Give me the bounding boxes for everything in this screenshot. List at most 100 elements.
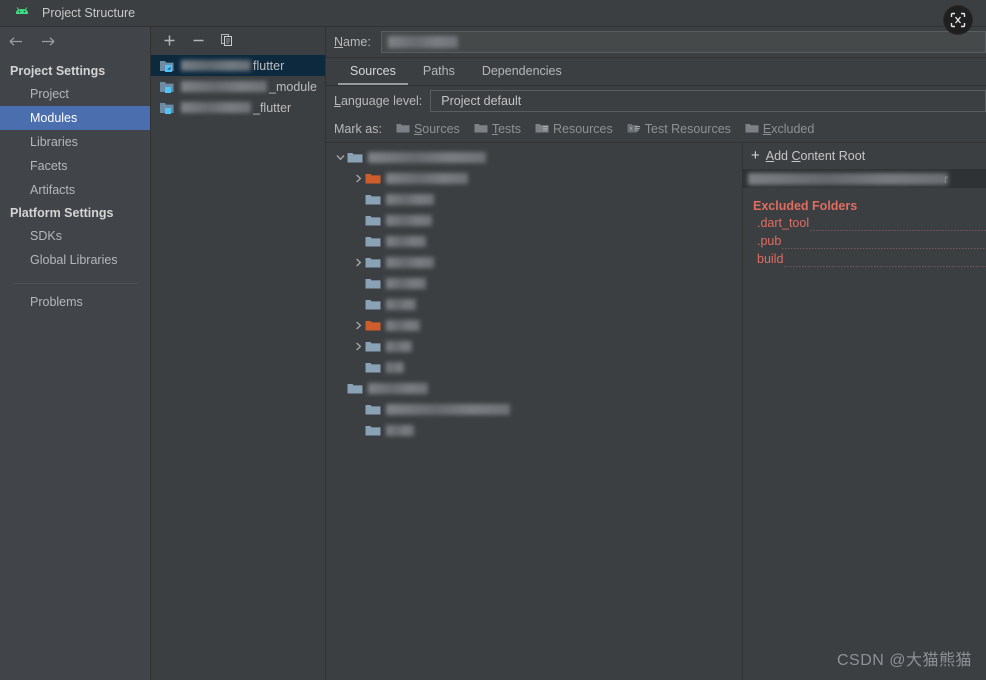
mark-as-resources-button[interactable]: Resources: [535, 122, 613, 137]
tab-sources[interactable]: Sources: [338, 61, 408, 85]
sidebar-item-project[interactable]: Project: [0, 82, 150, 106]
chevron-right-icon[interactable]: [352, 340, 365, 353]
excluded-folder-dots: [784, 266, 986, 267]
module-icon: [159, 100, 176, 115]
tree-row-label: [386, 236, 426, 247]
module-list-item[interactable]: flutter: [151, 55, 325, 76]
sidebar-list: Project Settings Project Modules Librari…: [0, 55, 150, 314]
tree-row[interactable]: [326, 210, 742, 231]
excluded-folder-item[interactable]: build: [743, 252, 986, 270]
tab-paths[interactable]: Paths: [411, 61, 467, 85]
folder-sources-icon: [396, 122, 410, 137]
add-content-root-label: Add Content Root: [765, 149, 866, 163]
folder-blue-icon: [365, 340, 381, 353]
mark-as-excluded-button[interactable]: Excluded: [745, 122, 814, 137]
modules-list: flutter _module _flutter: [151, 53, 325, 118]
tree-row-label: [386, 257, 434, 268]
module-list-item-label: flutter: [181, 59, 284, 73]
arrow-left-icon[interactable]: [8, 33, 25, 50]
excluded-folder-label: .dart_tool: [757, 216, 810, 230]
add-module-button[interactable]: [161, 32, 177, 48]
module-icon: [159, 79, 176, 94]
mark-as-tests-button[interactable]: Tests: [474, 122, 521, 137]
tree-row[interactable]: [326, 294, 742, 315]
tree-row[interactable]: [326, 336, 742, 357]
tree-row[interactable]: [326, 378, 742, 399]
sidebar-item-libraries[interactable]: Libraries: [0, 130, 150, 154]
tree-row[interactable]: [326, 357, 742, 378]
sidebar-item-facets[interactable]: Facets: [0, 154, 150, 178]
module-flutter-icon: [159, 58, 176, 73]
sidebar-item-problems[interactable]: Problems: [0, 290, 150, 314]
chevron-down-icon[interactable]: [334, 151, 347, 164]
tree-row[interactable]: [326, 147, 742, 168]
sidebar-item-modules[interactable]: Modules: [0, 106, 150, 130]
excluded-folder-item[interactable]: .pub: [743, 234, 986, 252]
add-content-root-button[interactable]: + Add Content Root: [743, 143, 986, 169]
sidebar-item-global-libraries[interactable]: Global Libraries: [0, 248, 150, 272]
sidebar-item-artifacts[interactable]: Artifacts: [0, 178, 150, 202]
watermark: CSDN @大猫熊猫: [836, 652, 972, 669]
plus-icon: +: [751, 147, 760, 164]
excluded-folders-title: Excluded Folders: [753, 199, 858, 213]
content-root-path[interactable]: r: [743, 169, 986, 188]
mark-as-test-resources-button[interactable]: Test Resources: [627, 122, 731, 137]
tree-row-label: [386, 404, 510, 415]
chevron-right-icon[interactable]: [352, 319, 365, 332]
folder-blue-icon: [365, 214, 381, 227]
folder-blue-icon: [365, 403, 381, 416]
tree-row-label: [386, 425, 414, 436]
module-list-item-label: _module: [181, 80, 317, 94]
language-level-label: Language level:: [334, 94, 423, 108]
tree-row-label: [386, 278, 426, 289]
folder-orange-icon: [365, 172, 381, 185]
mark-as-row: Mark as: Sources Tests Resources Test Re…: [326, 116, 986, 143]
module-name-label: Name:: [334, 35, 371, 49]
tree-row-label: [368, 152, 486, 163]
tree-row-label: [386, 215, 432, 226]
chevron-right-icon[interactable]: [352, 256, 365, 269]
tree-row-label: [386, 299, 416, 310]
remove-module-button[interactable]: [190, 32, 206, 48]
excluded-folder-label: build: [757, 252, 784, 266]
window-title-bar: Project Structure: [0, 0, 986, 34]
tree-row[interactable]: [326, 252, 742, 273]
chevron-right-icon[interactable]: [352, 172, 365, 185]
tree-row[interactable]: [326, 315, 742, 336]
tree-row-label: [386, 362, 404, 373]
mark-as-sources-button[interactable]: Sources: [396, 122, 460, 137]
tree-row[interactable]: [326, 399, 742, 420]
language-level-row: Language level: Project default: [326, 86, 986, 116]
modules-panel: flutter _module _flutter: [151, 27, 326, 680]
sidebar-group-title-project-settings: Project Settings: [10, 64, 106, 78]
tab-dependencies[interactable]: Dependencies: [470, 61, 574, 85]
tree-row-label: [386, 194, 434, 205]
excluded-folder-dots: [810, 230, 986, 231]
module-list-item-label: _flutter: [181, 101, 291, 115]
module-list-item[interactable]: _flutter: [151, 97, 325, 118]
copy-module-button[interactable]: [219, 32, 235, 48]
excluded-folder-item[interactable]: .dart_tool: [743, 216, 986, 234]
arrow-right-icon[interactable]: [39, 33, 56, 50]
module-detail-panel: Name: Sources Paths Dependencies Languag…: [326, 27, 986, 680]
settings-sidebar: Project Settings Project Modules Librari…: [0, 27, 151, 680]
tree-row-label: [386, 341, 412, 352]
sidebar-nav-arrows: [0, 27, 150, 55]
tree-row[interactable]: [326, 189, 742, 210]
tree-row[interactable]: [326, 168, 742, 189]
folder-excluded-icon: [745, 122, 759, 137]
content-root-tree[interactable]: [326, 143, 743, 680]
dialog-body: Project Settings Project Modules Librari…: [0, 27, 986, 680]
tree-row[interactable]: [326, 273, 742, 294]
language-level-select[interactable]: Project default: [430, 90, 986, 112]
content-roots-pane: + Add Content Root r Excluded Folders .d…: [743, 143, 986, 680]
module-list-item[interactable]: _module: [151, 76, 325, 97]
scan-crosshair-icon[interactable]: [944, 6, 972, 34]
sources-splitter: + Add Content Root r Excluded Folders .d…: [326, 143, 986, 680]
tree-row[interactable]: [326, 420, 742, 441]
module-name-input[interactable]: [380, 31, 986, 53]
tree-row[interactable]: [326, 231, 742, 252]
sidebar-item-sdks[interactable]: SDKs: [0, 224, 150, 248]
tree-row-label: [386, 320, 420, 331]
folder-orange-icon: [365, 319, 381, 332]
